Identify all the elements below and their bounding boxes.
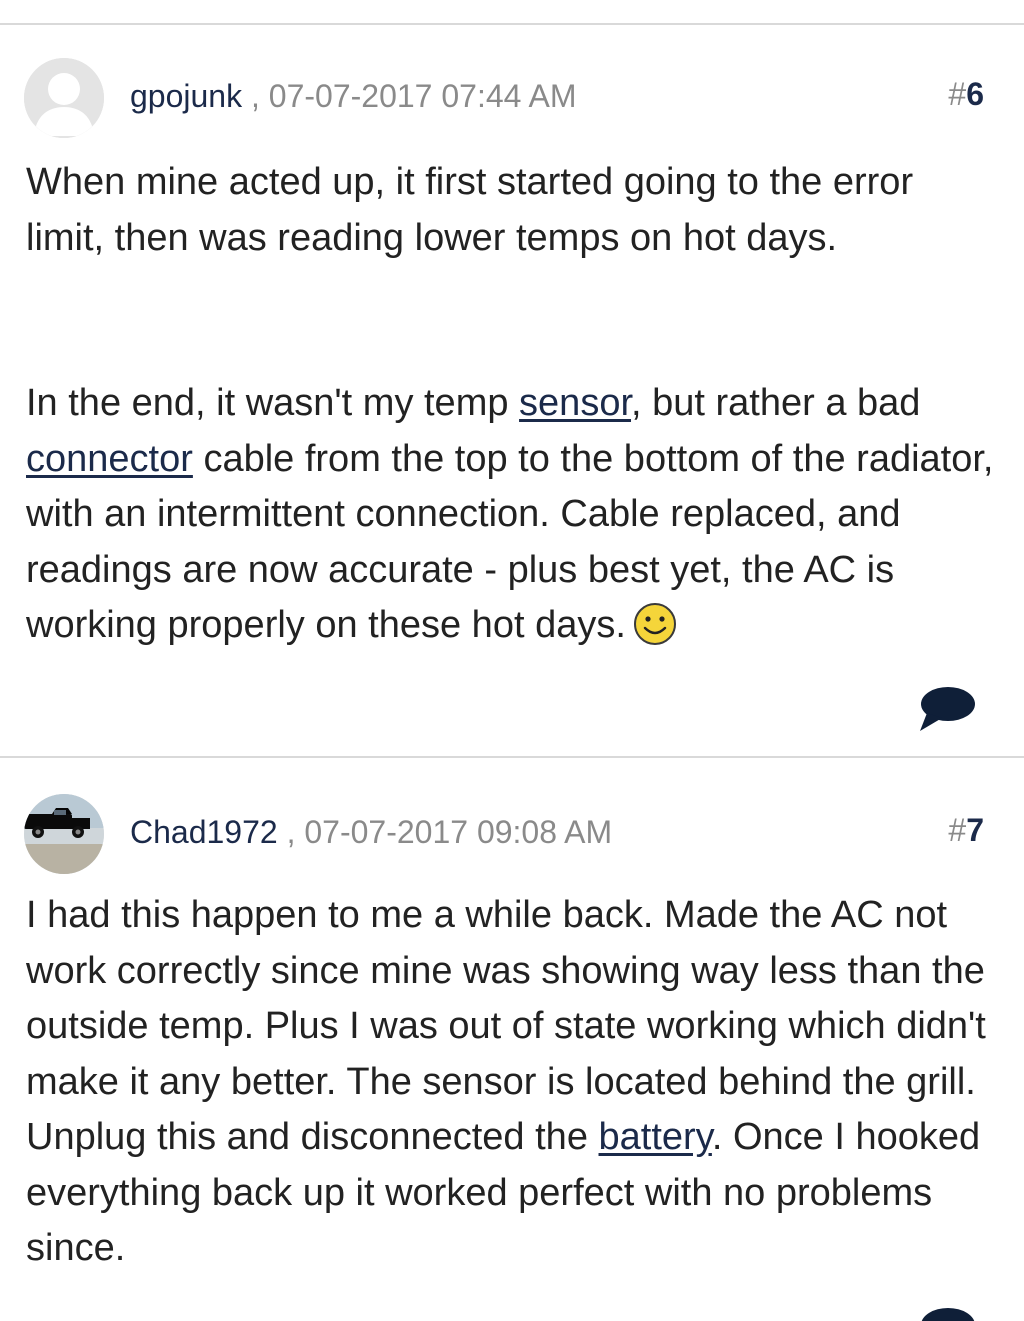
- post-number-prefix: #: [948, 76, 967, 112]
- user-avatar-icon[interactable]: [24, 58, 104, 138]
- reply-speech-bubble-icon[interactable]: [918, 685, 976, 738]
- meta-separator: ,: [250, 78, 260, 114]
- post-number-link[interactable]: #7: [948, 810, 984, 850]
- username-link[interactable]: gpojunk: [130, 78, 242, 114]
- post-number-value: 6: [966, 76, 984, 112]
- meta-separator: ,: [286, 814, 296, 850]
- post-divider: [0, 23, 1024, 25]
- username-link[interactable]: Chad1972: [130, 814, 278, 850]
- thread-page: gpojunk , 07-07-2017 07:44 AM #6 When mi…: [0, 0, 1024, 1321]
- post-number-prefix: #: [948, 812, 967, 848]
- post-date: 07-07-2017 09:08 AM: [304, 814, 613, 850]
- post-text: In the end, it wasn't my temp: [26, 382, 520, 424]
- post-paragraph: When mine acted up, it first started goi…: [26, 161, 914, 259]
- post-meta: Chad1972 , 07-07-2017 09:08 AM: [130, 812, 612, 852]
- post-header: gpojunk , 07-07-2017 07:44 AM #6: [0, 58, 1024, 142]
- post-paragraph: I had this happen to me a while back. Ma…: [26, 888, 1001, 1277]
- smiley-face-icon: [632, 601, 678, 664]
- post-body: When mine acted up, it first started goi…: [26, 155, 1001, 664]
- post-paragraph: In the end, it wasn't my temp sensor, bu…: [26, 376, 1001, 664]
- truck-avatar-icon[interactable]: [24, 794, 104, 874]
- post-number-value: 7: [966, 812, 984, 848]
- post-date: 07-07-2017 07:44 AM: [268, 78, 577, 114]
- post-meta: gpojunk , 07-07-2017 07:44 AM: [130, 76, 577, 116]
- sensor-link[interactable]: sensor: [519, 382, 631, 424]
- connector-link[interactable]: connector: [26, 438, 193, 480]
- post-body: I had this happen to me a while back. Ma…: [26, 888, 1001, 1277]
- battery-link[interactable]: battery: [599, 1116, 712, 1158]
- post-divider: [0, 756, 1024, 758]
- post-number-link[interactable]: #6: [948, 74, 984, 114]
- reply-speech-bubble-icon[interactable]: [918, 1306, 976, 1321]
- post-header: Chad1972 , 07-07-2017 09:08 AM #7: [0, 794, 1024, 878]
- post-text: , but rather a bad: [631, 382, 921, 424]
